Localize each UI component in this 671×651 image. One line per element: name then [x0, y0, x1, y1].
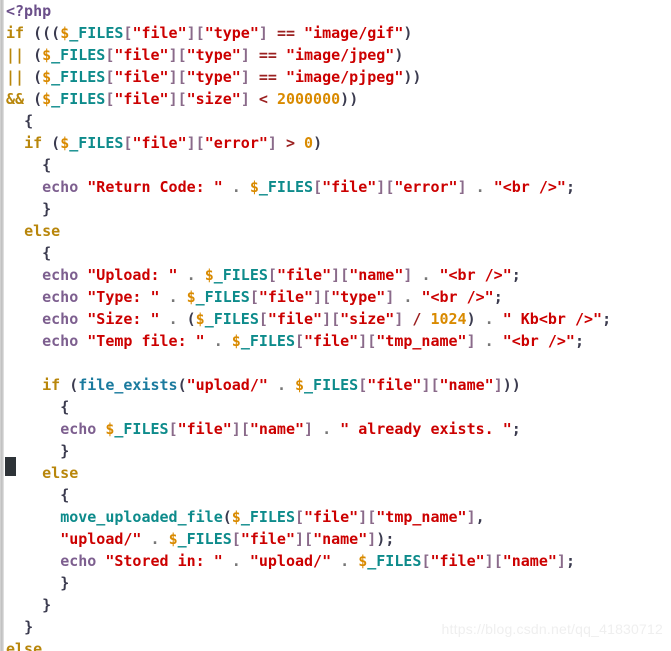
- code-line[interactable]: else: [6, 638, 671, 651]
- code-line[interactable]: else: [6, 462, 671, 484]
- code-line[interactable]: }: [6, 594, 671, 616]
- code-line[interactable]: {: [6, 154, 671, 176]
- code-line[interactable]: echo $_FILES["file"]["name"] . " already…: [6, 418, 671, 440]
- code-line[interactable]: {: [6, 396, 671, 418]
- csdn-watermark: https://blog.csdn.net/qq_41830712: [441, 621, 663, 637]
- code-content[interactable]: <?php if ((($_FILES["file"]["type"] == "i…: [6, 0, 671, 651]
- code-line[interactable]: else: [6, 220, 671, 242]
- code-line[interactable]: echo "Upload: " . $_FILES["file"]["name"…: [6, 264, 671, 286]
- editor-gutter-rail[interactable]: [0, 0, 4, 651]
- code-line[interactable]: if ((($_FILES["file"]["type"] == "image/…: [6, 22, 671, 44]
- code-line[interactable]: }: [6, 572, 671, 594]
- code-line[interactable]: || ($_FILES["file"]["type"] == "image/pj…: [6, 66, 671, 88]
- code-line[interactable]: echo "Size: " . ($_FILES["file"]["size"]…: [6, 308, 671, 330]
- code-line[interactable]: {: [6, 484, 671, 506]
- code-line[interactable]: echo "Type: " . $_FILES["file"]["type"] …: [6, 286, 671, 308]
- code-line[interactable]: echo "Return Code: " . $_FILES["file"]["…: [6, 176, 671, 198]
- code-line[interactable]: || ($_FILES["file"]["type"] == "image/jp…: [6, 44, 671, 66]
- code-line[interactable]: move_uploaded_file($_FILES["file"]["tmp_…: [6, 506, 671, 528]
- code-line[interactable]: <?php: [6, 0, 671, 22]
- code-line[interactable]: }: [6, 440, 671, 462]
- code-line[interactable]: [6, 352, 671, 374]
- code-line[interactable]: echo "Temp file: " . $_FILES["file"]["tm…: [6, 330, 671, 352]
- code-line[interactable]: }: [6, 198, 671, 220]
- code-line[interactable]: {: [6, 110, 671, 132]
- code-line[interactable]: "upload/" . $_FILES["file"]["name"]);: [6, 528, 671, 550]
- code-line[interactable]: {: [6, 242, 671, 264]
- code-line[interactable]: if ($_FILES["file"]["error"] > 0): [6, 132, 671, 154]
- code-line[interactable]: echo "Stored in: " . "upload/" . $_FILES…: [6, 550, 671, 572]
- code-line[interactable]: && ($_FILES["file"]["size"] < 2000000)): [6, 88, 671, 110]
- code-line[interactable]: if (file_exists("upload/" . $_FILES["fil…: [6, 374, 671, 396]
- php-code-screenshot: <?php if ((($_FILES["file"]["type"] == "i…: [0, 0, 671, 651]
